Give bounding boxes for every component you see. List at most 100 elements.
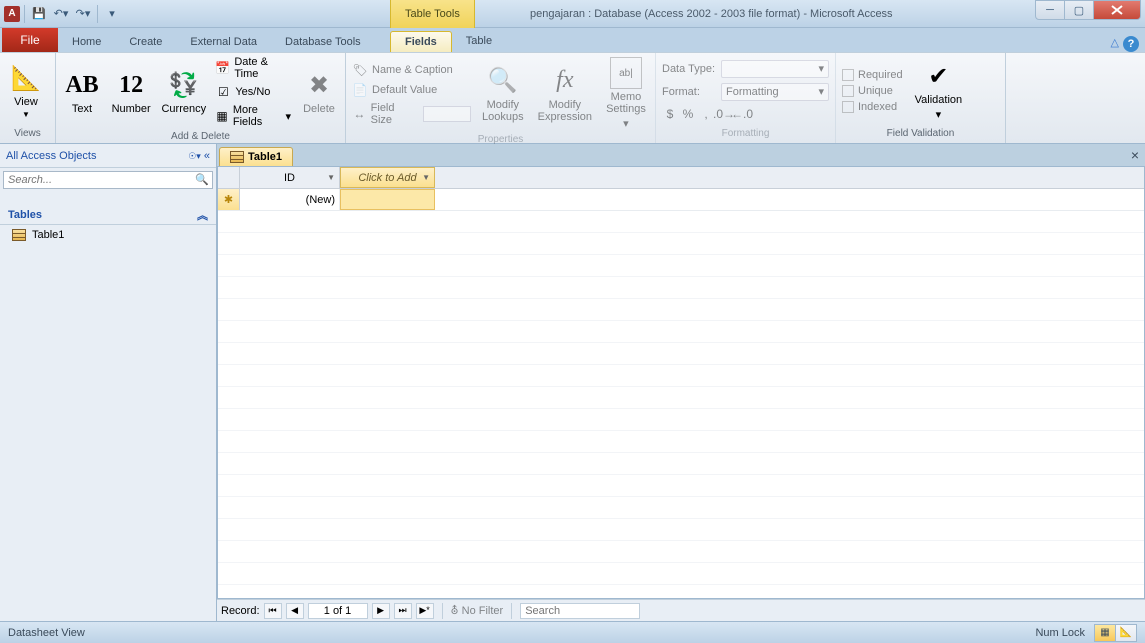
close-tab-icon[interactable]: × bbox=[1131, 147, 1139, 163]
increase-decimals-icon: .0→ bbox=[716, 106, 732, 122]
contextual-tab-label: Table Tools bbox=[390, 0, 475, 28]
close-button[interactable] bbox=[1093, 0, 1141, 20]
field-size-input bbox=[423, 106, 471, 122]
window-title: pengajaran : Database (Access 2002 - 200… bbox=[530, 8, 893, 20]
text-field-button[interactable]: ABText bbox=[60, 67, 104, 117]
memo-icon: ab| bbox=[610, 57, 642, 89]
tables-group-header[interactable]: Tables ︽ bbox=[0, 205, 216, 225]
decrease-decimals-icon: ←.0 bbox=[734, 106, 750, 122]
number-icon: 12 bbox=[115, 69, 147, 101]
last-record-button[interactable]: ⏭ bbox=[394, 603, 412, 619]
data-type-select: ▾ bbox=[721, 60, 829, 78]
filter-indicator: ⛢ No Filter bbox=[451, 604, 504, 617]
more-fields-button[interactable]: ▦More Fields ▾ bbox=[213, 103, 293, 129]
currency-fmt-icon: $ bbox=[662, 106, 678, 122]
view-switcher: ▦ 📐 bbox=[1095, 624, 1137, 642]
more-fields-icon: ▦ bbox=[215, 108, 229, 124]
cell-id-new[interactable]: (New) bbox=[240, 189, 340, 210]
add-delete-group-label: Add & Delete bbox=[60, 129, 341, 144]
nav-filter-icon[interactable]: ☉▾ bbox=[188, 151, 201, 161]
validation-icon: ✔ bbox=[922, 60, 954, 92]
new-record-button[interactable]: ▶* bbox=[416, 603, 434, 619]
table-tab[interactable]: Table bbox=[452, 31, 506, 52]
unique-checkbox: Unique bbox=[840, 84, 905, 98]
filter-icon: ⛢ bbox=[451, 605, 459, 617]
next-record-button[interactable]: ▶ bbox=[372, 603, 390, 619]
view-button[interactable]: 📐 View▼ bbox=[4, 60, 48, 121]
nav-pane-header[interactable]: All Access Objects ☉▾ « bbox=[0, 144, 216, 168]
create-tab[interactable]: Create bbox=[115, 32, 176, 52]
record-search-input[interactable] bbox=[520, 603, 640, 619]
comma-fmt-icon: , bbox=[698, 106, 714, 122]
record-position-input[interactable] bbox=[308, 603, 368, 619]
add-column-dropdown-icon[interactable]: ▼ bbox=[422, 173, 430, 182]
redo-icon[interactable]: ↷▾ bbox=[73, 4, 93, 24]
maximize-button[interactable]: ▢ bbox=[1064, 0, 1094, 20]
size-icon: ↔ bbox=[352, 106, 367, 122]
document-tabs: Table1 × bbox=[217, 144, 1145, 166]
validation-button[interactable]: ✔Validation▾ bbox=[909, 58, 969, 123]
record-navigator: Record: ⏮ ◀ ▶ ⏭ ▶* ⛢ No Filter bbox=[217, 599, 1145, 621]
row-selector-new[interactable]: ✱ bbox=[218, 189, 240, 210]
design-view-button[interactable]: 📐 bbox=[1115, 624, 1137, 642]
fields-tab[interactable]: Fields bbox=[390, 31, 452, 52]
ribbon-minimize-icon[interactable]: △ bbox=[1111, 36, 1119, 52]
field-validation-group-label: Field Validation bbox=[840, 126, 1001, 141]
nav-search[interactable]: 🔍 bbox=[3, 171, 213, 202]
search-icon[interactable]: 🔍 bbox=[195, 174, 209, 186]
minimize-button[interactable]: ─ bbox=[1035, 0, 1065, 20]
modify-lookups-button: 🔍Modify Lookups bbox=[477, 63, 529, 125]
ribbon-tabs: File Home Create External Data Database … bbox=[0, 28, 1145, 52]
table-icon bbox=[12, 229, 26, 241]
memo-settings-button: ab|Memo Settings▾ bbox=[601, 55, 651, 132]
checkbox-icon: ☑ bbox=[215, 84, 231, 100]
save-icon[interactable]: 💾 bbox=[29, 4, 49, 24]
undo-icon[interactable]: ↶▾ bbox=[51, 4, 71, 24]
calendar-icon: 📅 bbox=[215, 60, 230, 76]
quick-access-toolbar: A 💾 ↶▾ ↷▾ ▾ bbox=[0, 2, 126, 26]
modify-expression-button: fxModify Expression bbox=[533, 63, 597, 125]
external-data-tab[interactable]: External Data bbox=[176, 32, 271, 52]
text-icon: AB bbox=[66, 69, 98, 101]
indexed-checkbox: Indexed bbox=[840, 100, 905, 114]
document-area: Table1 × ID▼ Click to Add▼ ✱ (New) Recor… bbox=[217, 144, 1145, 621]
file-tab[interactable]: File bbox=[2, 28, 58, 52]
datasheet-grid[interactable] bbox=[218, 211, 1144, 598]
number-field-button[interactable]: 12Number bbox=[108, 67, 154, 117]
cell-add-new[interactable] bbox=[340, 189, 435, 210]
nav-collapse-icon[interactable]: « bbox=[204, 150, 210, 162]
select-all-cell[interactable] bbox=[218, 167, 240, 188]
help-icon[interactable]: ? bbox=[1123, 36, 1139, 52]
currency-icon: 💱 bbox=[168, 69, 200, 101]
lookup-icon: 🔍 bbox=[487, 65, 519, 97]
format-row: Format:Formatting▾ bbox=[660, 82, 831, 102]
number-format-buttons: $ % , .0→ ←.0 bbox=[660, 105, 831, 123]
qat-customize-icon[interactable]: ▾ bbox=[102, 4, 122, 24]
access-app-icon[interactable]: A bbox=[4, 6, 20, 22]
nav-item-table1[interactable]: Table1 bbox=[0, 225, 216, 245]
default-icon: 📄 bbox=[352, 82, 368, 98]
datasheet-view-button[interactable]: ▦ bbox=[1094, 624, 1116, 642]
new-record-row[interactable]: ✱ (New) bbox=[218, 189, 1144, 211]
format-select: Formatting▾ bbox=[721, 83, 829, 101]
first-record-button[interactable]: ⏮ bbox=[264, 603, 282, 619]
home-tab[interactable]: Home bbox=[58, 32, 115, 52]
name-caption-button: 🏷Name & Caption bbox=[350, 61, 473, 79]
nav-search-input[interactable] bbox=[3, 171, 213, 189]
column-header-add[interactable]: Click to Add▼ bbox=[340, 167, 435, 188]
currency-field-button[interactable]: 💱Currency bbox=[158, 67, 209, 117]
title-bar: A 💾 ↶▾ ↷▾ ▾ Table Tools pengajaran : Dat… bbox=[0, 0, 1145, 28]
workspace: All Access Objects ☉▾ « 🔍 Tables ︽ Table… bbox=[0, 144, 1145, 621]
delete-icon: ✖ bbox=[303, 69, 335, 101]
prev-record-button[interactable]: ◀ bbox=[286, 603, 304, 619]
collapse-group-icon[interactable]: ︽ bbox=[197, 207, 208, 223]
database-tools-tab[interactable]: Database Tools bbox=[271, 32, 375, 52]
field-size-row: ↔Field Size bbox=[350, 101, 473, 127]
yesno-field-button[interactable]: ☑Yes/No bbox=[213, 83, 293, 101]
column-header-id[interactable]: ID▼ bbox=[240, 167, 340, 188]
datasheet[interactable]: ID▼ Click to Add▼ ✱ (New) bbox=[217, 166, 1145, 599]
datetime-field-button[interactable]: 📅Date & Time bbox=[213, 55, 293, 81]
doc-tab-table1[interactable]: Table1 bbox=[219, 147, 293, 166]
column-dropdown-icon[interactable]: ▼ bbox=[327, 173, 335, 182]
delete-field-button: ✖Delete bbox=[297, 67, 341, 117]
